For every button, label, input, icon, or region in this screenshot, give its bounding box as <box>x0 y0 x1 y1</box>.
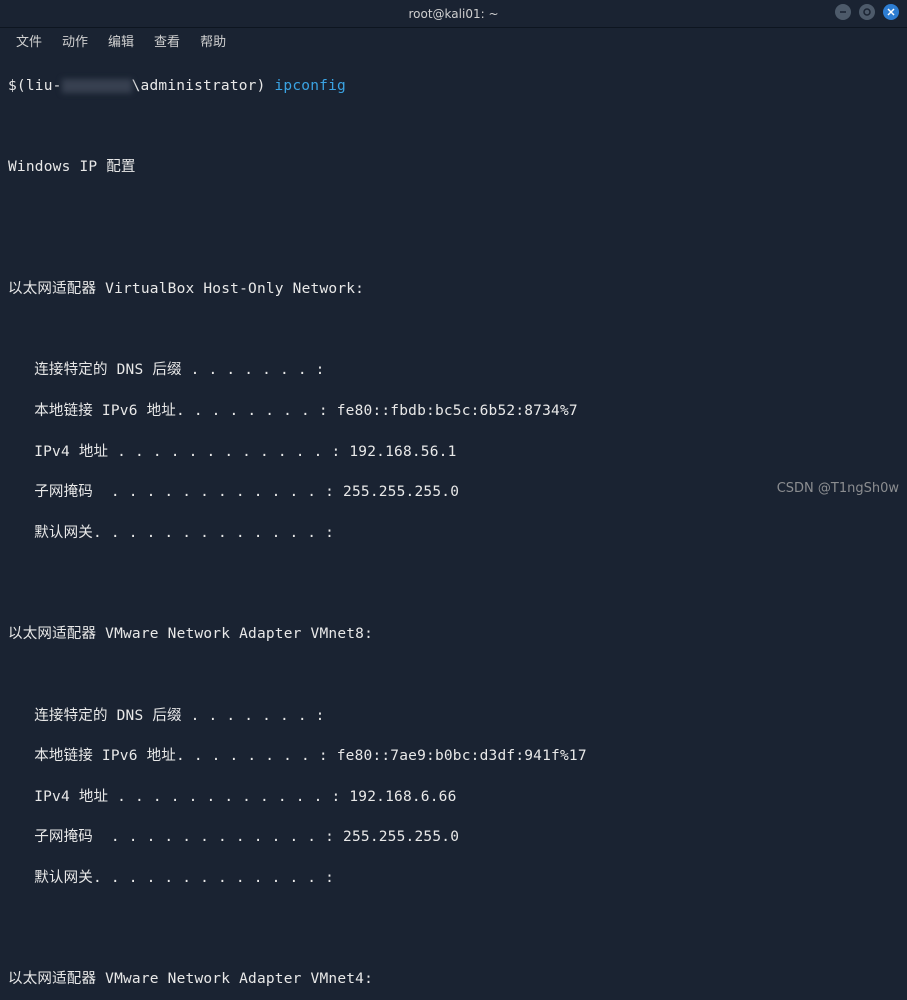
window-controls <box>835 4 899 20</box>
ipv4-row: IPv4 地址 . . . . . . . . . . . . : 192.16… <box>8 442 899 462</box>
gateway-row: 默认网关. . . . . . . . . . . . . : <box>8 868 899 888</box>
subnet-row: 子网掩码 . . . . . . . . . . . . : 255.255.2… <box>8 827 899 847</box>
prompt-suffix: \administrator) <box>132 78 266 94</box>
prompt-prefix: $(liu- <box>8 78 62 94</box>
window-titlebar: root@kali01: ~ <box>0 0 907 28</box>
adapter-block-0: 以太网适配器 VirtualBox Host-Only Network: 连接特… <box>8 259 899 563</box>
command-text: ipconfig <box>274 78 345 94</box>
ipv4-row: IPv4 地址 . . . . . . . . . . . . : 192.16… <box>8 787 899 807</box>
ipv6-row: 本地链接 IPv6 地址. . . . . . . . : fe80::7ae9… <box>8 746 899 766</box>
close-button[interactable] <box>883 4 899 20</box>
minimize-button[interactable] <box>835 4 851 20</box>
adapter-title: 以太网适配器 VMware Network Adapter VMnet8: <box>8 624 899 644</box>
terminal-output[interactable]: $(liu- \administrator) ipconfig Windows I… <box>0 52 907 1000</box>
output-header: Windows IP 配置 <box>8 157 899 177</box>
gateway-row: 默认网关. . . . . . . . . . . . . : <box>8 523 899 543</box>
redacted-text <box>62 79 132 93</box>
ipv6-row: 本地链接 IPv6 地址. . . . . . . . : fe80::fbdb… <box>8 401 899 421</box>
dns-suffix-row: 连接特定的 DNS 后缀 . . . . . . . : <box>8 706 899 726</box>
menu-edit[interactable]: 编辑 <box>100 29 142 52</box>
maximize-button[interactable] <box>859 4 875 20</box>
dns-suffix-row: 连接特定的 DNS 后缀 . . . . . . . : <box>8 360 899 380</box>
subnet-row: 子网掩码 . . . . . . . . . . . . : 255.255.2… <box>8 482 899 502</box>
adapter-block-2: 以太网适配器 VMware Network Adapter VMnet4: 连接… <box>8 949 899 1000</box>
adapter-block-1: 以太网适配器 VMware Network Adapter VMnet8: 连接… <box>8 604 899 908</box>
menu-file[interactable]: 文件 <box>8 29 50 52</box>
menubar: 文件 动作 编辑 查看 帮助 <box>0 28 907 52</box>
menu-actions[interactable]: 动作 <box>54 29 96 52</box>
adapter-title: 以太网适配器 VirtualBox Host-Only Network: <box>8 279 899 299</box>
adapter-title: 以太网适配器 VMware Network Adapter VMnet4: <box>8 969 899 989</box>
menu-view[interactable]: 查看 <box>146 29 188 52</box>
menu-help[interactable]: 帮助 <box>192 29 234 52</box>
window-title: root@kali01: ~ <box>409 7 499 21</box>
prompt-line: $(liu- \administrator) ipconfig <box>8 76 899 96</box>
watermark: CSDN @T1ngSh0w <box>777 481 899 496</box>
